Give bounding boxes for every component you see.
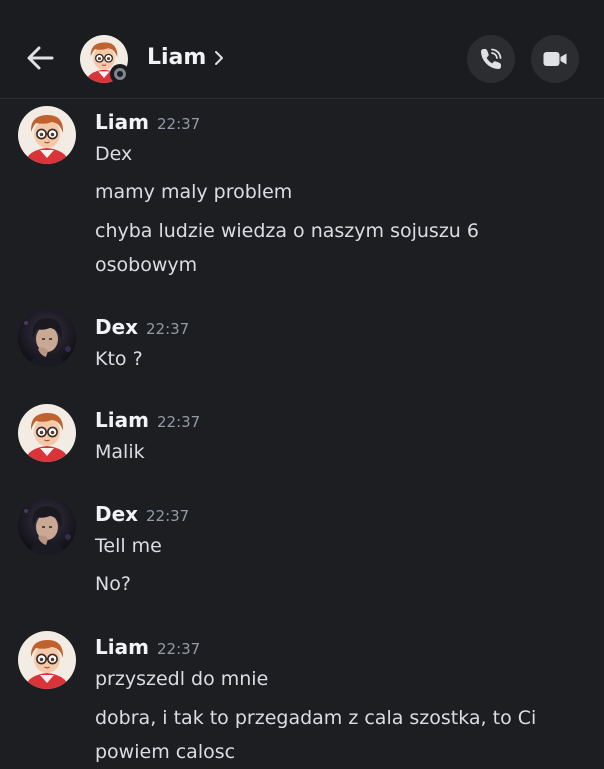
message-author[interactable]: Dex xyxy=(95,315,138,339)
message-text[interactable]: Dex xyxy=(95,137,575,171)
back-button[interactable] xyxy=(22,40,58,76)
avatar-liam[interactable] xyxy=(18,106,76,164)
avatar xyxy=(18,309,76,367)
avatar-dex[interactable] xyxy=(18,497,76,555)
message-text[interactable]: Tell me xyxy=(95,529,575,563)
dm-chat-screen: Liam Liam 22:37 Dex mamy maly problem ch… xyxy=(0,0,604,769)
message-text[interactable]: Malik xyxy=(95,435,575,469)
avatar xyxy=(18,497,76,555)
avatar xyxy=(18,404,76,462)
message-text[interactable]: przyszedl do mnie xyxy=(95,662,575,696)
video-camera-icon xyxy=(543,52,567,66)
message-timestamp: 22:37 xyxy=(146,320,190,338)
message-text[interactable]: Kto ? xyxy=(95,342,575,376)
avatar-liam[interactable] xyxy=(18,631,76,689)
message-author[interactable]: Liam xyxy=(95,110,149,134)
message-text[interactable]: chyba ludzie wiedza o naszym sojuszu 6 o… xyxy=(95,214,575,282)
message-timestamp: 22:37 xyxy=(157,640,201,658)
message-author[interactable]: Liam xyxy=(95,635,149,659)
avatar xyxy=(18,106,76,164)
chevron-right-icon[interactable] xyxy=(212,48,226,68)
message-author[interactable]: Dex xyxy=(95,502,138,526)
header-username[interactable]: Liam xyxy=(147,44,206,72)
avatar-liam[interactable] xyxy=(18,404,76,462)
avatar-dex[interactable] xyxy=(18,309,76,367)
arrow-left-icon xyxy=(27,46,54,70)
message-text[interactable]: dobra, i tak to przegadam z cala szostka… xyxy=(95,701,575,769)
message-text[interactable]: mamy maly problem xyxy=(95,175,575,209)
video-call-button[interactable] xyxy=(531,35,579,83)
message-timestamp: 22:37 xyxy=(157,115,201,133)
chat-header: Liam xyxy=(0,0,604,99)
phone-call-icon xyxy=(481,48,502,69)
voice-call-button[interactable] xyxy=(467,35,515,83)
message-timestamp: 22:37 xyxy=(146,507,190,525)
message-timestamp: 22:37 xyxy=(157,413,201,431)
status-indicator-offline xyxy=(110,64,130,84)
avatar xyxy=(18,631,76,689)
message-author[interactable]: Liam xyxy=(95,408,149,432)
message-text[interactable]: No? xyxy=(95,567,575,601)
